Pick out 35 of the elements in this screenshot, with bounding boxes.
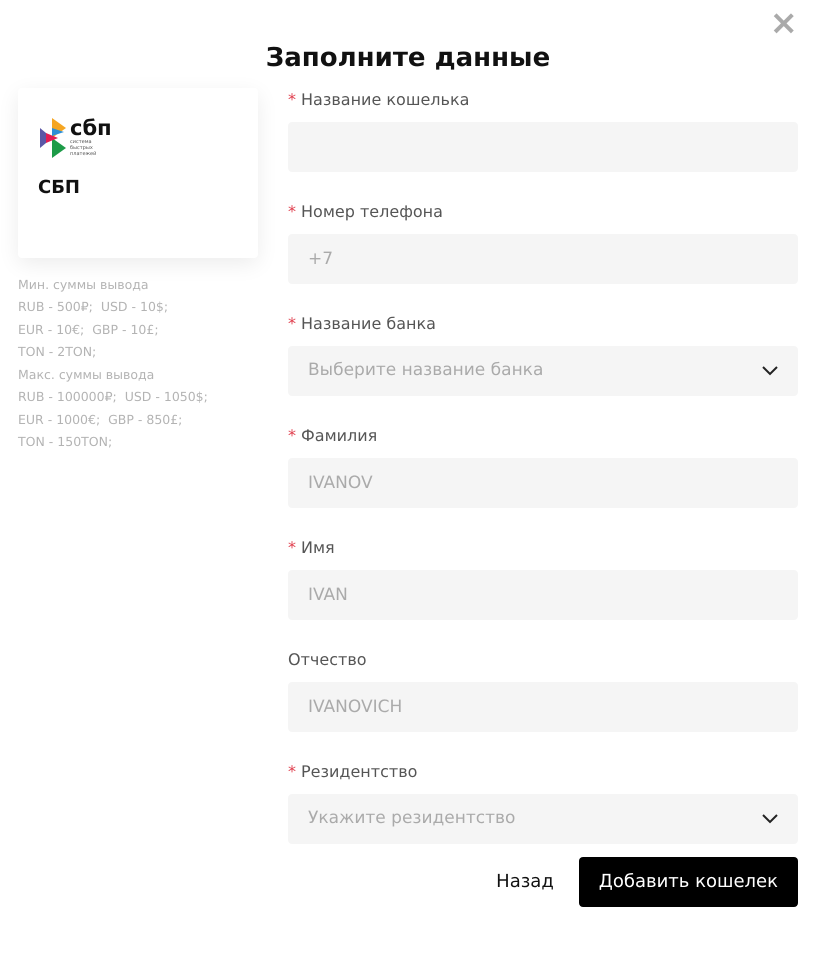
input-field[interactable]: IVANOVICH <box>288 682 798 732</box>
limit-text: EUR - 1000€; GBP - 850£; <box>18 410 184 429</box>
input-field[interactable]: IVAN <box>288 570 798 620</box>
add-wallet-button[interactable]: Добавить кошелек <box>578 856 798 907</box>
limit-text: Мин. суммы вывода <box>18 276 150 294</box>
method-name: СБП <box>38 176 81 200</box>
limit-text: TON - 150TON; <box>18 433 114 452</box>
limit-text: EUR - 10€; GBP - 10£; <box>18 320 160 339</box>
limit-text: Макс. суммы вывода <box>18 366 156 384</box>
field-label: * Имя <box>288 536 336 558</box>
limit-text: RUB - 500₽; USD - 10$; <box>18 298 170 316</box>
limit-text: TON - 2TON; <box>18 343 98 362</box>
dialog-title: Заполните данные <box>264 42 552 75</box>
required-mark: * <box>288 90 296 109</box>
input-field[interactable]: +7 <box>288 234 798 284</box>
chevron-down-icon <box>762 814 778 824</box>
field-label: Отчество <box>288 648 368 670</box>
required-mark: * <box>288 314 296 333</box>
chevron-down-icon <box>762 366 778 376</box>
required-mark: * <box>288 202 296 221</box>
select-placeholder: Выберите название банка <box>308 359 544 382</box>
field-label: * Резидентство <box>288 760 418 782</box>
field-label: * Номер телефона <box>288 200 444 222</box>
logo-wordmark: сбп <box>70 118 112 140</box>
select-placeholder: Укажите резидентство <box>308 807 516 830</box>
input-field[interactable]: IVANOV <box>288 458 798 508</box>
field-label: * Название банка <box>288 312 437 334</box>
field-label: * Название кошелька <box>288 88 470 110</box>
field-label: * Фамилия <box>288 424 378 446</box>
required-mark: * <box>288 538 296 557</box>
back-button[interactable]: Назад <box>471 856 579 907</box>
required-mark: * <box>288 426 296 445</box>
limit-text: RUB - 100000₽; USD - 1050$; <box>18 388 209 406</box>
required-mark: * <box>288 762 296 781</box>
triangles-icon <box>38 118 66 158</box>
